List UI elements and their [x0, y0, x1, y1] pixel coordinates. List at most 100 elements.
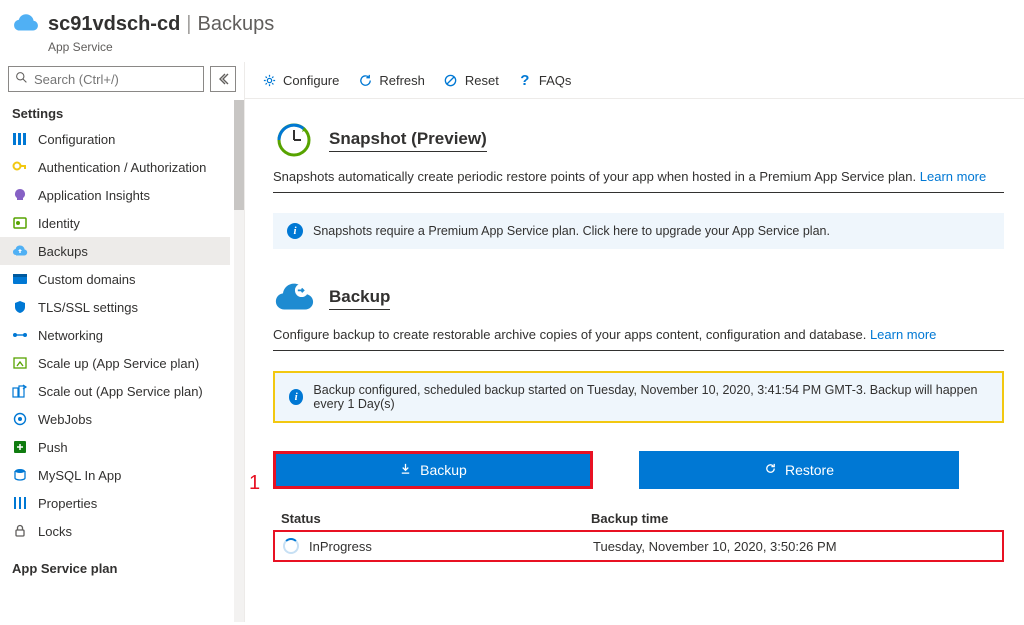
networking-icon	[12, 327, 28, 343]
sidebar-item-label: Backups	[38, 244, 88, 259]
search-input[interactable]	[34, 72, 197, 87]
status-value: InProgress	[309, 539, 372, 554]
backup-learn-more-link[interactable]: Learn more	[870, 327, 936, 342]
sidebar-item-label: Custom domains	[38, 272, 136, 287]
col-header-backup-time: Backup time	[591, 511, 668, 526]
configure-button[interactable]: Configure	[261, 72, 339, 88]
tool-label: FAQs	[539, 73, 572, 88]
sidebar-nav: Settings Configuration Authentication / …	[0, 100, 232, 622]
reset-button[interactable]: Reset	[443, 72, 499, 88]
btn-label: Backup	[420, 462, 467, 478]
annotation-number-1: 1	[249, 472, 260, 495]
resource-name: sc91vdsch-cd	[48, 13, 180, 36]
cloud-backup-icon	[273, 277, 315, 319]
backup-info-bar: i Backup configured, scheduled backup st…	[273, 371, 1004, 423]
sidebar-item-push[interactable]: Push	[0, 433, 230, 461]
lock-icon	[12, 523, 28, 539]
backup-description: Configure backup to create restorable ar…	[273, 327, 1004, 351]
sidebar-item-label: Configuration	[38, 132, 115, 147]
sidebar-item-label: Networking	[38, 328, 103, 343]
backup-table: Status Backup time InProgress Tuesday, N…	[273, 507, 1004, 562]
sidebar-section-settings: Settings	[0, 100, 230, 125]
search-box[interactable]	[8, 66, 204, 92]
sidebar-item-tlsssl[interactable]: TLS/SSL settings	[0, 293, 230, 321]
table-row[interactable]: InProgress Tuesday, November 10, 2020, 3…	[273, 530, 1004, 562]
btn-label: Restore	[785, 462, 834, 478]
sidebar-scrollbar[interactable]	[232, 100, 244, 622]
info-icon: i	[289, 389, 303, 405]
refresh-button[interactable]: Refresh	[357, 72, 425, 88]
restore-icon	[764, 462, 777, 478]
scaleup-icon	[12, 355, 28, 371]
snapshot-learn-more-link[interactable]: Learn more	[920, 169, 986, 184]
question-icon: ?	[517, 72, 533, 88]
sidebar-item-networking[interactable]: Networking	[0, 321, 230, 349]
page-header: sc91vdsch-cd | Backups	[0, 0, 1024, 42]
sidebar-item-scaleout[interactable]: Scale out (App Service plan)	[0, 377, 230, 405]
sidebar-item-identity[interactable]: Identity	[0, 209, 230, 237]
tool-label: Refresh	[379, 73, 425, 88]
sidebar-item-label: Properties	[38, 496, 97, 511]
sidebar-item-label: TLS/SSL settings	[38, 300, 138, 315]
scaleout-icon	[12, 383, 28, 399]
refresh-icon	[357, 72, 373, 88]
sidebar-item-label: Authentication / Authorization	[38, 160, 206, 175]
sidebar-item-locks[interactable]: Locks	[0, 517, 230, 545]
identity-icon	[12, 215, 28, 231]
sidebar-item-auth[interactable]: Authentication / Authorization	[0, 153, 230, 181]
main-content: Configure Refresh Reset ? FAQs Snapshot	[245, 62, 1024, 622]
reset-icon	[443, 72, 459, 88]
backup-button[interactable]: Backup	[273, 451, 593, 489]
resource-type: App Service	[0, 40, 1024, 54]
key-icon	[12, 159, 28, 175]
sidebar-item-webjobs[interactable]: WebJobs	[0, 405, 230, 433]
configuration-icon	[12, 131, 28, 147]
appinsights-icon	[12, 187, 28, 203]
sidebar-item-mysql[interactable]: MySQL In App	[0, 461, 230, 489]
backup-icon	[12, 243, 28, 259]
faqs-button[interactable]: ? FAQs	[517, 72, 572, 88]
title-separator: |	[186, 13, 191, 36]
download-icon	[399, 462, 412, 478]
sidebar-item-label: MySQL In App	[38, 468, 121, 483]
sidebar-item-configuration[interactable]: Configuration	[0, 125, 230, 153]
col-header-status: Status	[281, 511, 591, 526]
backup-info-text: Backup configured, scheduled backup star…	[313, 383, 988, 411]
tool-label: Configure	[283, 73, 339, 88]
snapshot-section-header: Snapshot (Preview)	[273, 119, 1004, 161]
restore-button[interactable]: Restore	[639, 451, 959, 489]
sidebar-item-label: Identity	[38, 216, 80, 231]
sidebar: Settings Configuration Authentication / …	[0, 62, 245, 622]
snapshot-description: Snapshots automatically create periodic …	[273, 169, 1004, 193]
sidebar-item-label: Scale out (App Service plan)	[38, 384, 203, 399]
info-icon: i	[287, 223, 303, 239]
snapshot-info-bar[interactable]: i Snapshots require a Premium App Servic…	[273, 213, 1004, 249]
sidebar-item-properties[interactable]: Properties	[0, 489, 230, 517]
sidebar-item-customdomains[interactable]: Custom domains	[0, 265, 230, 293]
webjobs-icon	[12, 411, 28, 427]
backup-title: Backup	[329, 287, 390, 310]
backup-time-value: Tuesday, November 10, 2020, 3:50:26 PM	[593, 539, 837, 554]
domains-icon	[12, 271, 28, 287]
sidebar-item-scaleup[interactable]: Scale up (App Service plan)	[0, 349, 230, 377]
backup-section-header: Backup	[273, 277, 1004, 319]
sidebar-item-appinsights[interactable]: Application Insights	[0, 181, 230, 209]
properties-icon	[12, 495, 28, 511]
tool-label: Reset	[465, 73, 499, 88]
search-icon	[15, 71, 28, 87]
sidebar-item-backups[interactable]: Backups	[0, 237, 230, 265]
push-icon	[12, 439, 28, 455]
shield-icon	[12, 299, 28, 315]
mysql-icon	[12, 467, 28, 483]
sidebar-item-label: Scale up (App Service plan)	[38, 356, 199, 371]
snapshot-info-text: Snapshots require a Premium App Service …	[313, 224, 830, 238]
snapshot-title: Snapshot (Preview)	[329, 129, 487, 152]
sidebar-item-label: Push	[38, 440, 68, 455]
collapse-sidebar-button[interactable]	[210, 66, 236, 92]
gear-icon	[261, 72, 277, 88]
clock-icon	[273, 119, 315, 161]
page-title: Backups	[198, 13, 275, 36]
sidebar-item-label: Locks	[38, 524, 72, 539]
sidebar-item-label: Application Insights	[38, 188, 150, 203]
appservice-icon	[12, 10, 40, 38]
